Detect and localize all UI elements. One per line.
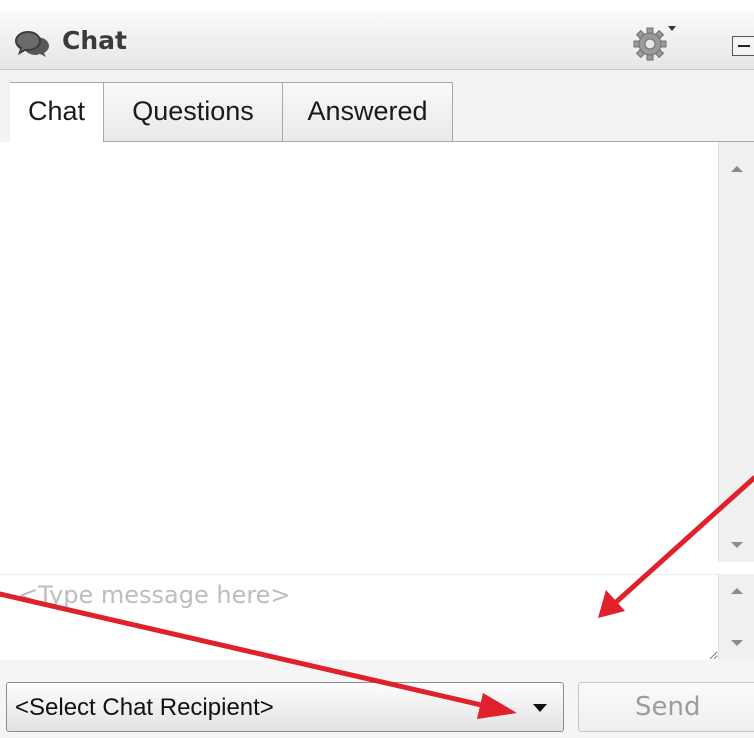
tab-answered[interactable]: Answered xyxy=(282,82,453,142)
recipient-select-value: <Select Chat Recipient> xyxy=(15,694,274,721)
chat-history-scrollbar[interactable] xyxy=(718,142,754,562)
chat-history xyxy=(0,142,718,562)
message-input-container xyxy=(0,574,718,660)
gear-icon[interactable] xyxy=(632,22,678,62)
title-bar: Chat xyxy=(0,12,754,70)
scroll-up-arrow-icon[interactable] xyxy=(731,166,743,172)
tab-chat[interactable]: Chat xyxy=(10,82,104,143)
send-button[interactable]: Send xyxy=(578,682,754,732)
bottom-bar: <Select Chat Recipient> Send xyxy=(0,660,754,738)
input-scroll-up-arrow-icon[interactable] xyxy=(731,588,743,594)
message-input-scrollbar[interactable] xyxy=(718,574,754,660)
minimize-icon[interactable] xyxy=(732,36,754,56)
chevron-down-icon[interactable] xyxy=(533,704,547,712)
window-title: Chat xyxy=(62,26,127,55)
tab-strip: Chat Questions Answered xyxy=(0,70,754,143)
tab-questions[interactable]: Questions xyxy=(103,82,283,142)
message-input[interactable] xyxy=(0,575,718,660)
input-scroll-down-arrow-icon[interactable] xyxy=(731,640,743,646)
chat-bubbles-icon xyxy=(15,31,49,57)
scroll-down-arrow-icon[interactable] xyxy=(731,542,743,548)
recipient-select[interactable]: <Select Chat Recipient> xyxy=(6,682,564,732)
